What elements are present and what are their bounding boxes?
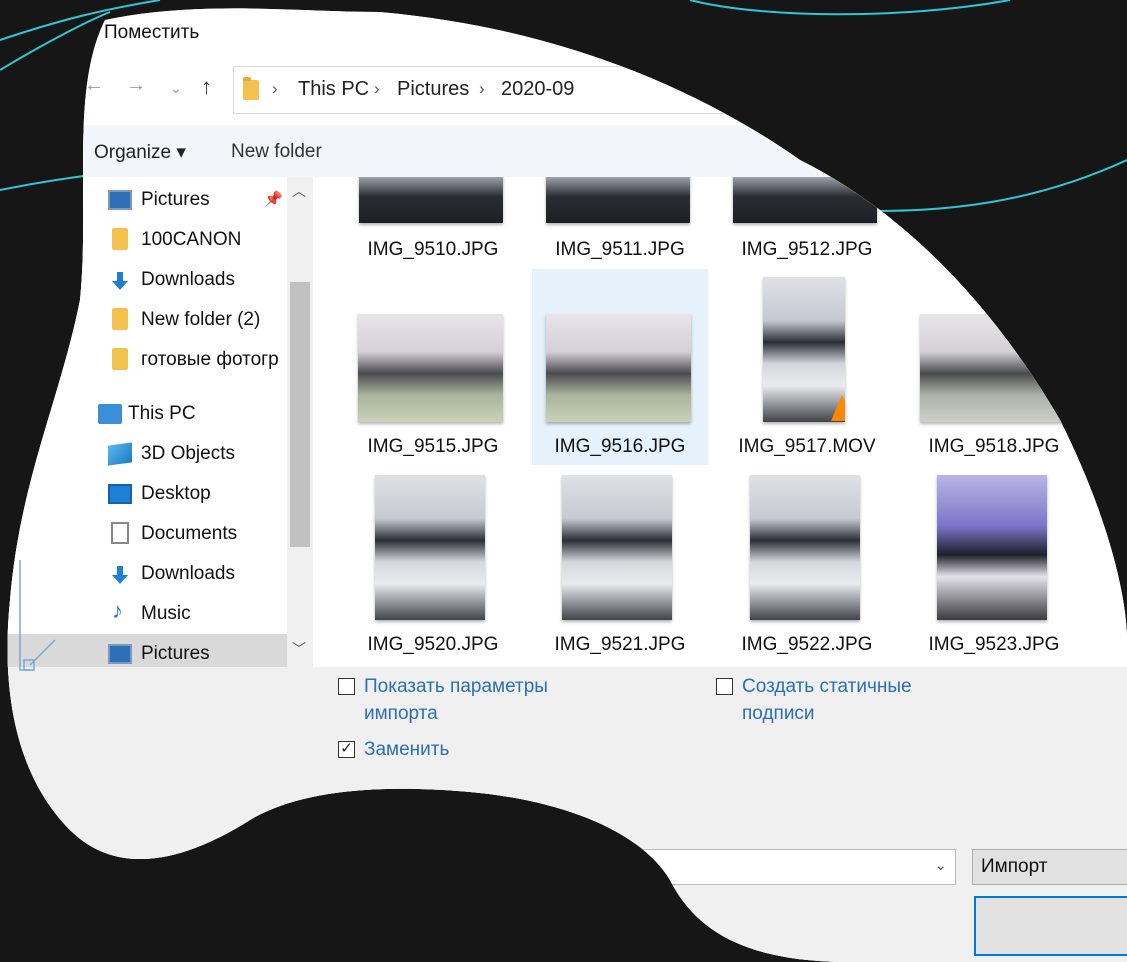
breadcrumb-this-pc[interactable]: This PC — [298, 78, 369, 101]
show-import-options-checkbox[interactable] — [338, 678, 355, 695]
file-name: IMG_9515.JPG — [367, 436, 499, 457]
scroll-down-icon[interactable]: ﹀ — [292, 639, 306, 659]
file-item[interactable]: IMG_9517.MOV — [719, 269, 895, 465]
file-name: IMG_9522.JPG — [741, 634, 873, 655]
music-icon: ♪ — [112, 598, 123, 623]
photo-thumbnail — [562, 475, 672, 620]
file-name: IMG_9521.JPG — [554, 634, 686, 655]
nav-item-3d-objects[interactable]: 3D Objects — [0, 434, 290, 472]
nav-item-label: готовые фотогр — [141, 349, 279, 370]
nav-item-documents[interactable]: Documents — [0, 514, 290, 552]
computer-icon — [98, 404, 122, 424]
file-name: IMG_9520.JPG — [367, 634, 499, 655]
replace-label[interactable]: Заменить — [364, 736, 449, 763]
file-name: IMG_9517.MOV — [738, 436, 876, 457]
photo-thumbnail — [546, 177, 690, 223]
pin-icon[interactable]: 📌 — [264, 190, 283, 208]
file-item[interactable]: IMG_9521.JPG — [532, 467, 708, 663]
photo-thumbnail — [359, 177, 503, 223]
nav-item-label: Downloads — [141, 269, 235, 290]
photo-thumbnail — [937, 475, 1047, 620]
photo-thumbnail — [750, 475, 860, 620]
3d-objects-icon — [108, 442, 132, 465]
nav-item-label: Music — [141, 603, 191, 624]
forward-arrow-icon[interactable]: → — [126, 74, 146, 97]
chevron-right-icon[interactable]: › — [479, 79, 485, 99]
file-name: IMG_9516.JPG — [554, 436, 686, 457]
nav-item-label: Desktop — [141, 483, 211, 504]
scroll-thumb[interactable] — [290, 282, 310, 547]
nav-item-label: New folder (2) — [141, 309, 261, 330]
create-static-captions-checkbox[interactable] — [716, 678, 733, 695]
pictures-icon — [108, 190, 132, 210]
organize-button[interactable]: Organize ▾ — [94, 141, 186, 164]
download-icon — [108, 564, 132, 584]
desktop-icon — [108, 484, 132, 504]
chevron-right-icon[interactable]: › — [272, 79, 278, 99]
recent-locations-chevron-icon[interactable]: ⌄ — [170, 80, 182, 97]
replace-checkbox[interactable]: ✓ — [338, 741, 355, 758]
documents-icon — [111, 522, 129, 544]
create-static-captions-label[interactable]: Создать статичные — [742, 673, 912, 700]
create-static-captions-label-2[interactable]: подписи — [742, 700, 815, 727]
video-thumbnail — [763, 277, 845, 422]
import-button[interactable]: Импорт — [972, 849, 1127, 885]
nav-item-label: Documents — [141, 523, 238, 544]
new-folder-button[interactable]: New folder — [231, 141, 322, 163]
nav-item-label: Downloads — [141, 563, 235, 584]
scroll-up-icon[interactable]: ︿ — [292, 181, 306, 201]
file-name: IMG_9518.JPG — [928, 436, 1060, 457]
chevron-right-icon[interactable]: › — [374, 79, 380, 99]
file-item[interactable]: IMG_9515.JPG — [345, 269, 521, 465]
breadcrumb-pictures[interactable]: Pictures — [397, 78, 469, 101]
file-item[interactable]: IMG_9520.JPG — [345, 467, 521, 663]
nav-item-label: This PC — [128, 403, 196, 424]
pictures-icon — [108, 644, 132, 664]
folder-icon — [243, 80, 259, 100]
nav-item-label: Pictures — [141, 189, 210, 210]
download-icon — [108, 270, 132, 290]
folder-icon — [112, 228, 128, 250]
window-title: Поместить — [104, 22, 200, 43]
file-item[interactable]: IMG_9522.JPG — [719, 467, 895, 663]
show-import-options-label-2[interactable]: импорта — [364, 700, 438, 727]
nav-scrollbar[interactable]: ︿ ﹀ — [287, 177, 313, 667]
file-name: IMG_9512.JPG — [741, 239, 873, 260]
folder-icon — [112, 348, 128, 370]
nav-item-label: Pictures — [141, 643, 210, 664]
file-name: IMG_9510.JPG — [367, 239, 499, 260]
nav-item-label: 100CANON — [141, 229, 242, 250]
photo-thumbnail — [546, 314, 691, 422]
chevron-down-icon[interactable]: ⌄ — [934, 856, 947, 874]
secondary-button[interactable] — [974, 896, 1127, 956]
folder-icon — [112, 308, 128, 330]
file-item[interactable]: IMG_9523.JPG — [906, 467, 1082, 663]
show-import-options-label[interactable]: Показать параметры — [364, 673, 548, 700]
up-arrow-icon[interactable]: ↑ — [201, 74, 212, 100]
file-name: IMG_9511.JPG — [555, 239, 685, 260]
vlc-cone-icon — [831, 395, 845, 421]
breadcrumb-2020-09[interactable]: 2020-09 — [501, 78, 574, 101]
nav-item-desktop[interactable]: Desktop — [0, 474, 290, 512]
file-item-selected[interactable]: IMG_9516.JPG — [532, 269, 708, 465]
nav-item-label: 3D Objects — [141, 443, 235, 464]
photo-thumbnail — [358, 314, 503, 422]
file-name: IMG_9523.JPG — [928, 634, 1060, 655]
photo-thumbnail — [375, 475, 485, 620]
